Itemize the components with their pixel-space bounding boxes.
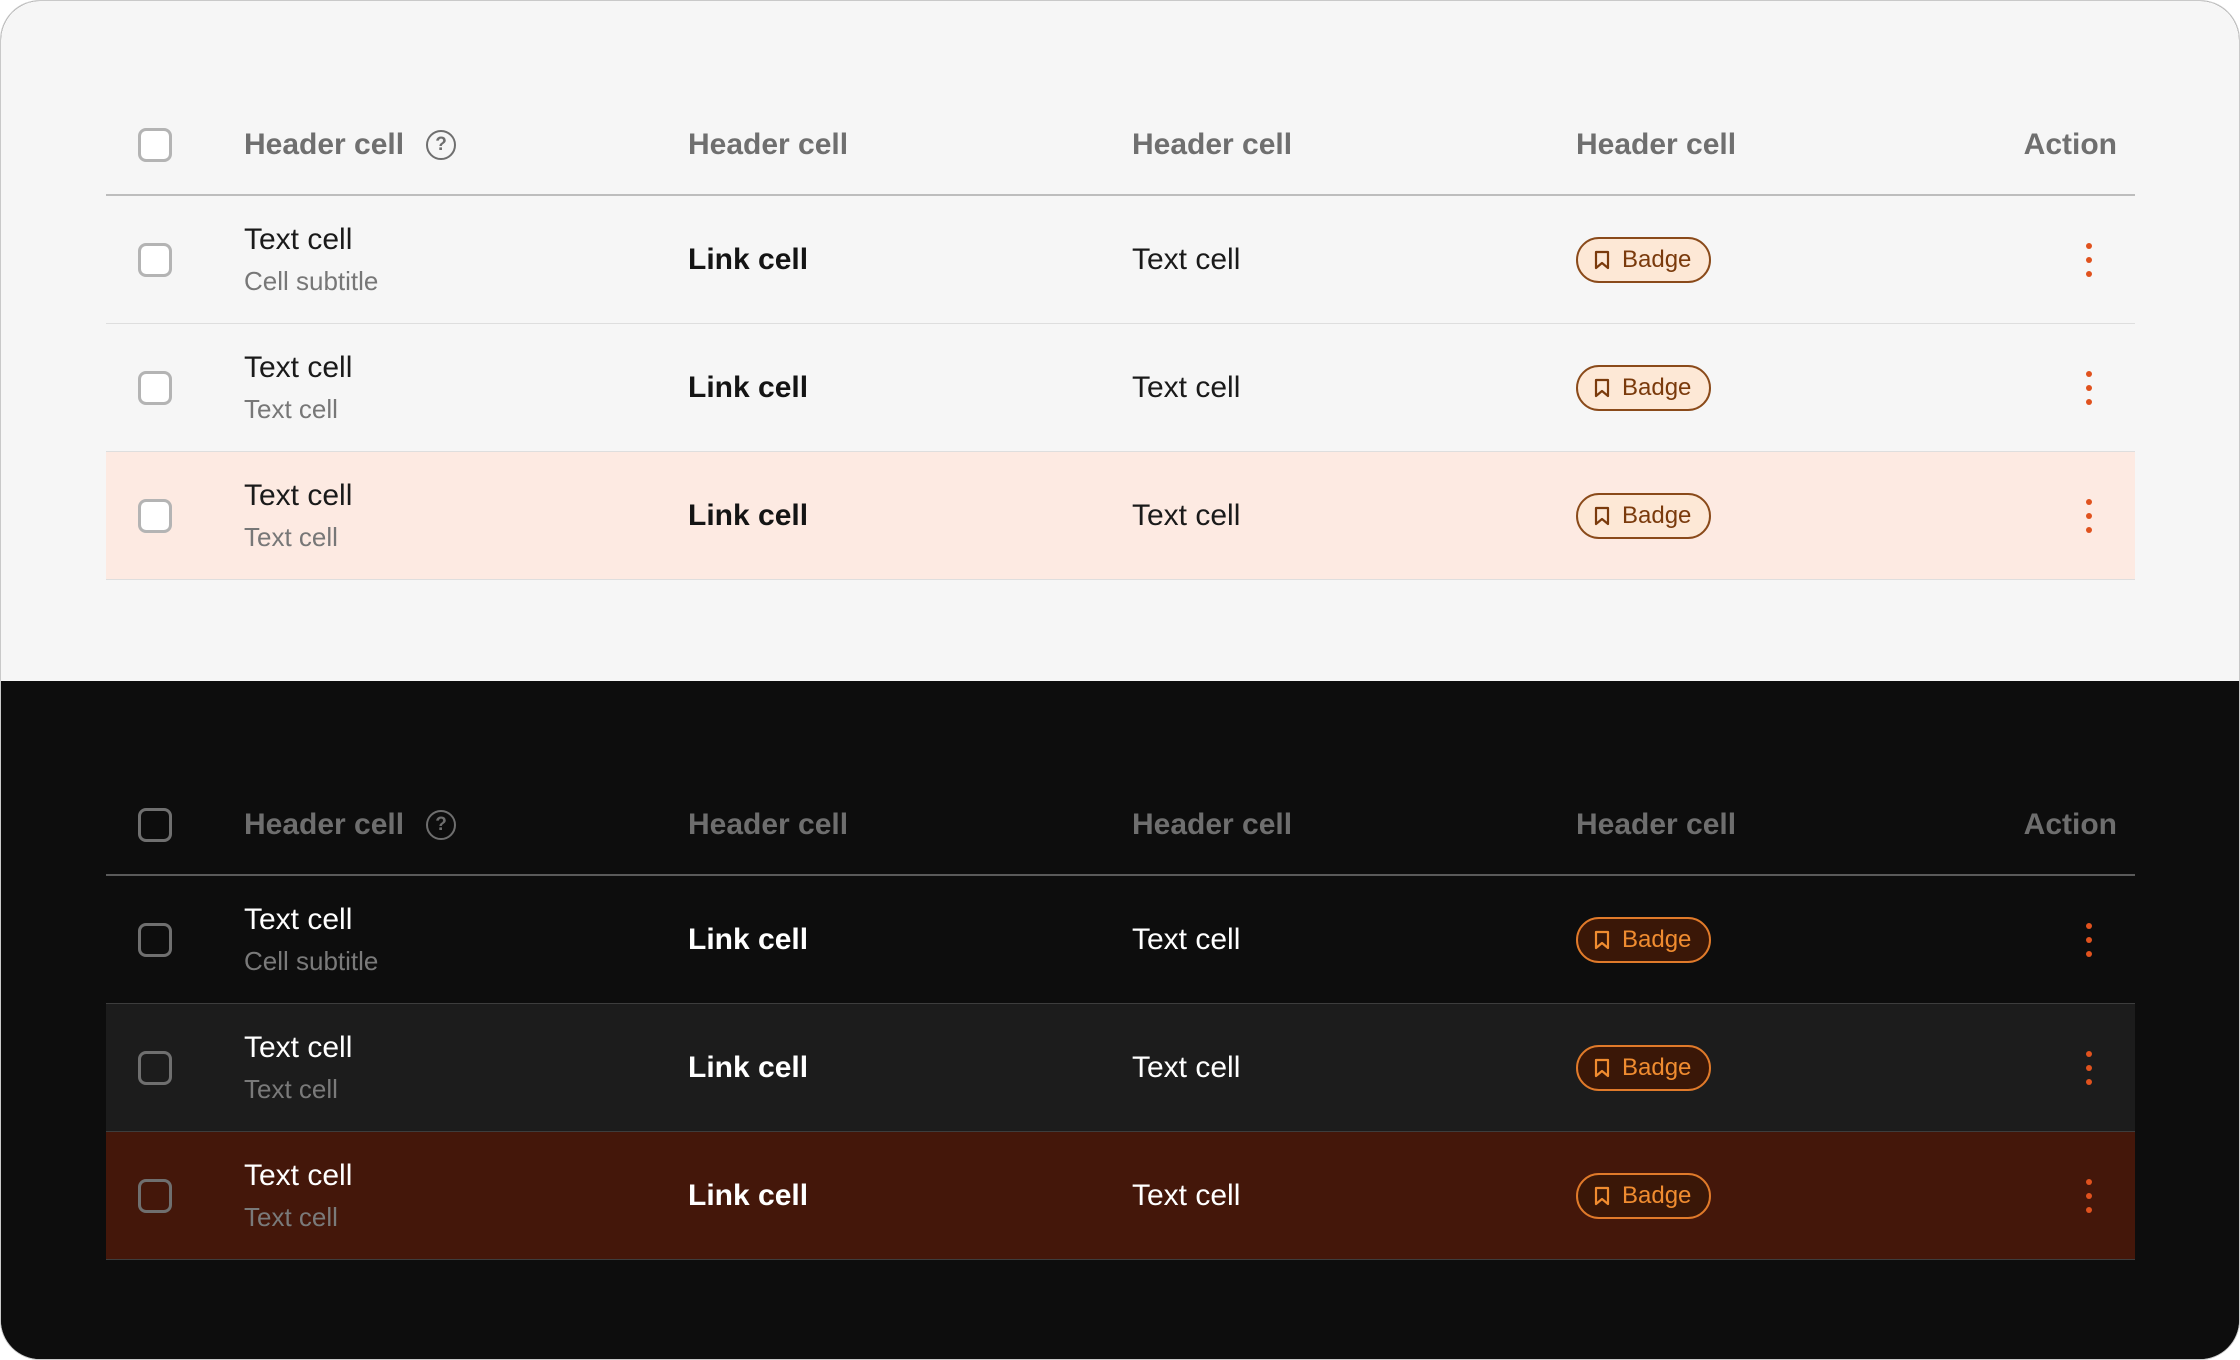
badge-label: Badge	[1622, 245, 1692, 273]
cell-subtitle: Cell subtitle	[244, 265, 379, 296]
cell-title: Text cell	[244, 902, 353, 936]
cell-subtitle: Text cell	[244, 521, 338, 552]
select-all-checkbox[interactable]	[138, 128, 172, 162]
badge-label: Badge	[1622, 373, 1692, 401]
status-badge: Badge	[1576, 1044, 1712, 1091]
table-row[interactable]: Text cell Text cell Link cell Text cell …	[106, 324, 2135, 452]
select-all-checkbox[interactable]	[138, 808, 172, 842]
bookmark-icon	[1594, 1186, 1610, 1205]
more-vertical-icon[interactable]	[2077, 370, 2101, 405]
header-cell[interactable]: Header cell	[688, 808, 848, 842]
cell-title: Text cell	[244, 1158, 353, 1192]
cell-title: Text cell	[244, 478, 353, 512]
link-cell[interactable]: Link cell	[688, 371, 808, 405]
bookmark-icon	[1594, 506, 1610, 525]
status-badge: Badge	[1576, 1172, 1712, 1219]
action-header: Action	[2023, 808, 2117, 841]
cell-subtitle: Text cell	[244, 393, 338, 424]
text-cell: Text cell	[1132, 370, 1241, 404]
link-cell[interactable]: Link cell	[688, 243, 808, 277]
help-icon[interactable]: ?	[426, 810, 457, 840]
text-cell: Text cell	[1132, 922, 1241, 956]
row-checkbox[interactable]	[138, 370, 172, 405]
bookmark-icon	[1594, 930, 1610, 949]
status-badge: Badge	[1576, 916, 1712, 963]
help-icon[interactable]: ?	[426, 130, 457, 160]
row-checkbox[interactable]	[138, 498, 172, 533]
header-cell[interactable]: Header cell	[244, 808, 404, 842]
bookmark-icon	[1594, 1058, 1610, 1077]
data-table-light: Header cell ? Header cell Header cell He…	[106, 96, 2135, 580]
text-cell: Text cell	[1132, 1178, 1241, 1212]
badge-label: Badge	[1622, 501, 1692, 529]
row-checkbox[interactable]	[138, 1178, 172, 1213]
table-header-row: Header cell ? Header cell Header cell He…	[106, 776, 2135, 876]
more-vertical-icon[interactable]	[2077, 1178, 2101, 1213]
header-cell[interactable]: Header cell	[244, 128, 404, 162]
link-cell[interactable]: Link cell	[688, 499, 808, 533]
table-row[interactable]: Text cell Cell subtitle Link cell Text c…	[106, 196, 2135, 324]
badge-label: Badge	[1622, 1181, 1692, 1209]
row-checkbox[interactable]	[138, 1050, 172, 1085]
header-cell[interactable]: Header cell	[1576, 128, 1736, 162]
status-badge: Badge	[1576, 364, 1712, 411]
header-cell[interactable]: Header cell	[688, 128, 848, 162]
table-row-selected[interactable]: Text cell Text cell Link cell Text cell …	[106, 452, 2135, 580]
badge-label: Badge	[1622, 925, 1692, 953]
light-theme-panel: Header cell ? Header cell Header cell He…	[1, 1, 2239, 681]
table-row[interactable]: Text cell Text cell Link cell Text cell …	[106, 1004, 2135, 1132]
cell-title: Text cell	[244, 1030, 353, 1064]
text-cell: Text cell	[1132, 242, 1241, 276]
header-cell[interactable]: Header cell	[1576, 808, 1736, 842]
cell-title: Text cell	[244, 222, 353, 256]
cell-subtitle: Cell subtitle	[244, 945, 379, 976]
more-vertical-icon[interactable]	[2077, 1050, 2101, 1085]
link-cell[interactable]: Link cell	[688, 1051, 808, 1085]
cell-subtitle: Text cell	[244, 1201, 338, 1232]
status-badge: Badge	[1576, 492, 1712, 539]
text-cell: Text cell	[1132, 1050, 1241, 1084]
more-vertical-icon[interactable]	[2077, 498, 2101, 533]
cell-title: Text cell	[244, 350, 353, 384]
table-row-selected[interactable]: Text cell Text cell Link cell Text cell …	[106, 1132, 2135, 1260]
data-table-dark: Header cell ? Header cell Header cell He…	[106, 776, 2135, 1260]
table-header-row: Header cell ? Header cell Header cell He…	[106, 96, 2135, 196]
header-cell[interactable]: Header cell	[1132, 128, 1292, 162]
cell-subtitle: Text cell	[244, 1073, 338, 1104]
header-cell[interactable]: Header cell	[1132, 808, 1292, 842]
badge-label: Badge	[1622, 1053, 1692, 1081]
link-cell[interactable]: Link cell	[688, 923, 808, 957]
row-checkbox[interactable]	[138, 922, 172, 957]
app-frame: Header cell ? Header cell Header cell He…	[0, 0, 2240, 1360]
more-vertical-icon[interactable]	[2077, 922, 2101, 957]
more-vertical-icon[interactable]	[2077, 242, 2101, 277]
dark-theme-panel: Header cell ? Header cell Header cell He…	[1, 681, 2239, 1359]
row-checkbox[interactable]	[138, 242, 172, 277]
table-row[interactable]: Text cell Cell subtitle Link cell Text c…	[106, 876, 2135, 1004]
action-header: Action	[2023, 128, 2117, 161]
bookmark-icon	[1594, 250, 1610, 269]
text-cell: Text cell	[1132, 498, 1241, 532]
bookmark-icon	[1594, 378, 1610, 397]
status-badge: Badge	[1576, 236, 1712, 283]
link-cell[interactable]: Link cell	[688, 1179, 808, 1213]
